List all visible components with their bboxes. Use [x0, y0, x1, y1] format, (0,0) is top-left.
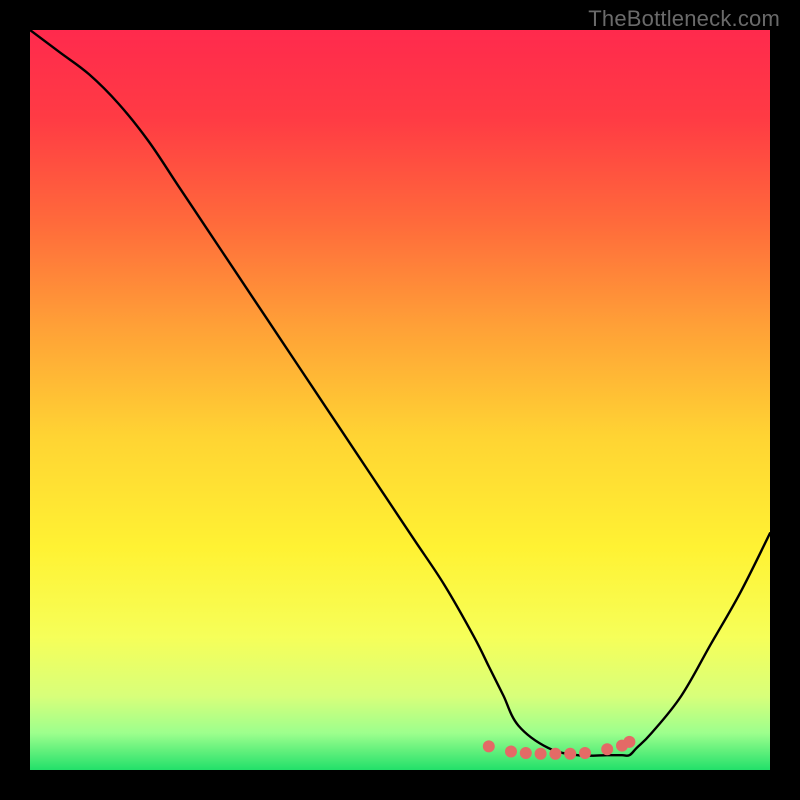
valley-dot: [483, 740, 495, 752]
valley-dot: [520, 747, 532, 759]
bottleneck-chart: [30, 30, 770, 770]
valley-dot: [564, 748, 576, 760]
valley-dot: [601, 743, 613, 755]
valley-dot: [549, 748, 561, 760]
valley-dot: [623, 736, 635, 748]
gradient-background: [30, 30, 770, 770]
valley-dot: [505, 746, 517, 758]
valley-dot: [535, 748, 547, 760]
watermark-text: TheBottleneck.com: [588, 6, 780, 32]
valley-dot: [579, 747, 591, 759]
chart-frame: TheBottleneck.com: [0, 0, 800, 800]
